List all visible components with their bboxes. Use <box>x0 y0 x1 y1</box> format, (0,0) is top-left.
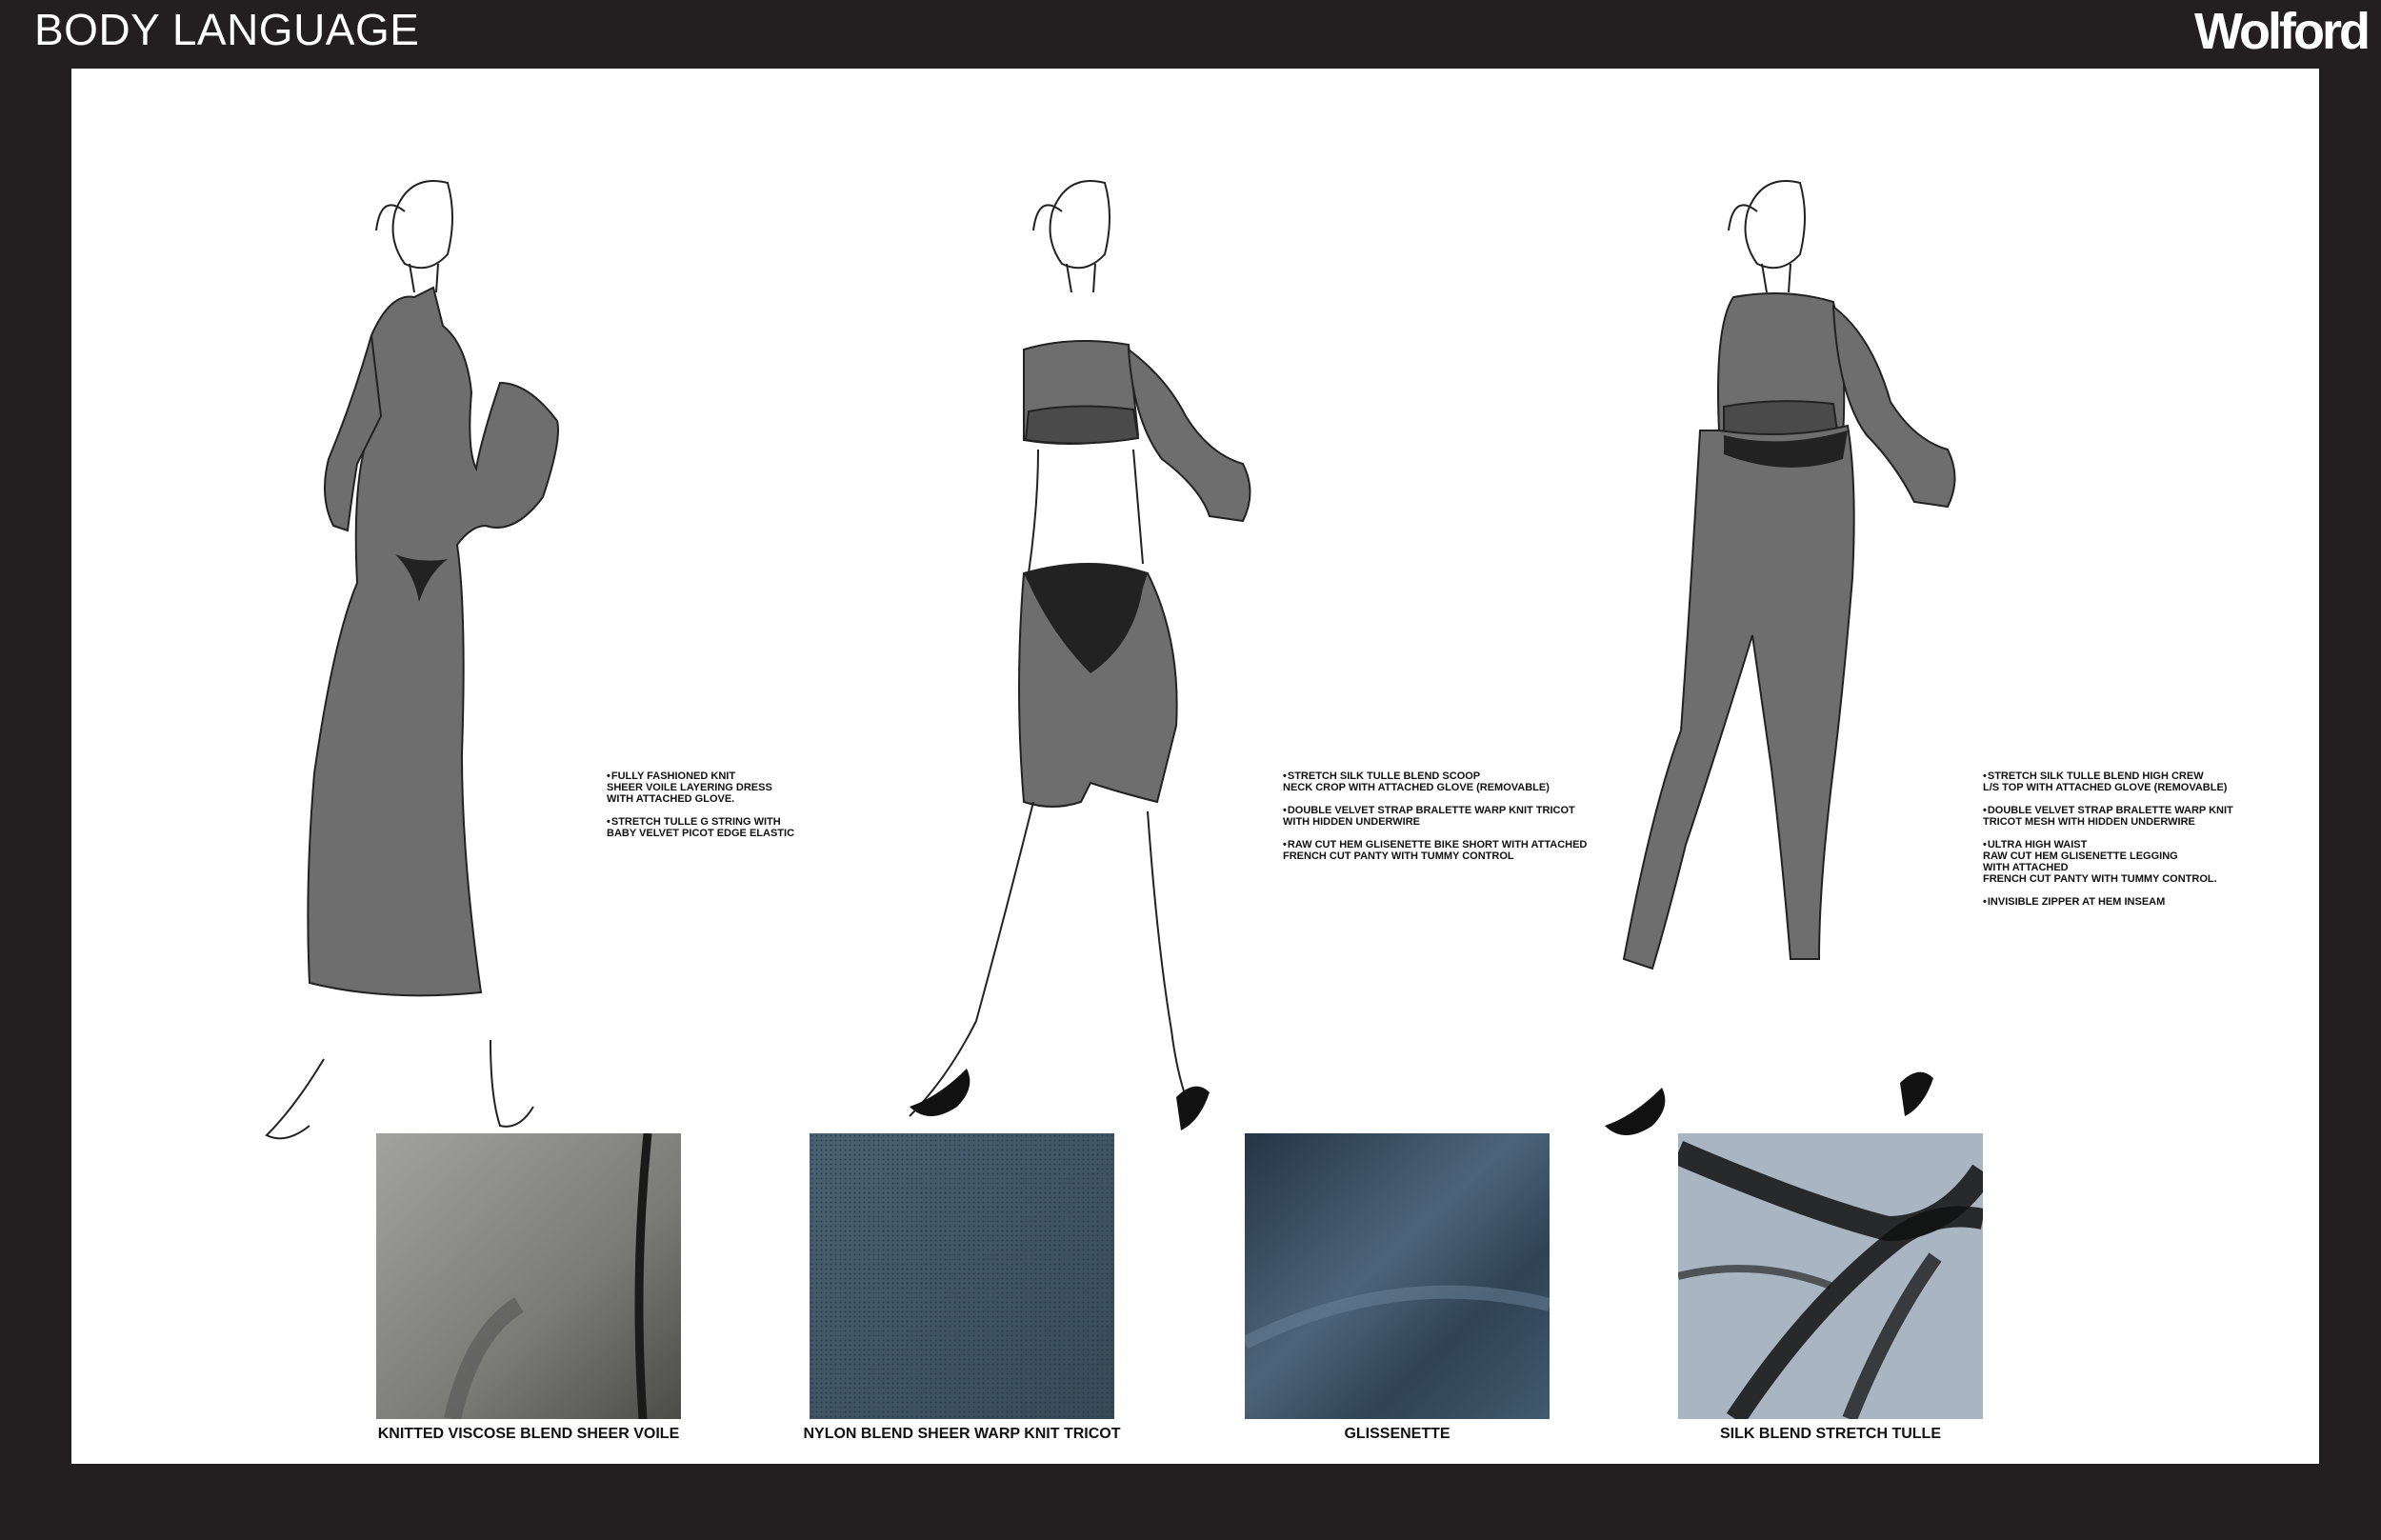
look-note: INVISIBLE ZIPPER AT HEM INSEAM <box>1983 896 2297 908</box>
look-note: STRETCH SILK TULLE BLEND HIGH CREW L/S T… <box>1983 770 2297 793</box>
look-2-notes: STRETCH SILK TULLE BLEND SCOOP NECK CROP… <box>1283 770 1607 873</box>
look-note: RAW CUT HEM GLISENETTE BIKE SHORT WITH A… <box>1283 839 1607 862</box>
look-note: STRETCH TULLE G STRING WITH BABY VELVET … <box>607 816 854 839</box>
look-1-notes: FULLY FASHIONED KNIT SHEER VOILE LAYERIN… <box>607 770 854 850</box>
look-1-illustration <box>265 180 559 1140</box>
look-3-notes: STRETCH SILK TULLE BLEND HIGH CREW L/S T… <box>1983 770 2297 919</box>
brand-logo: Wolford <box>2194 3 2371 60</box>
swatch-silk-tulle <box>1678 1133 1983 1419</box>
swatch-label: NYLON BLEND SHEER WARP KNIT TRICOT <box>803 1426 1121 1442</box>
page-title: BODY LANGUAGE <box>34 5 420 54</box>
look-note: DOUBLE VELVET STRAP BRALETTE WARP KNIT T… <box>1283 805 1607 828</box>
look-3-illustration <box>1605 180 1956 1135</box>
look-note: STRETCH SILK TULLE BLEND SCOOP NECK CROP… <box>1283 770 1607 793</box>
look-2-illustration <box>909 180 1251 1130</box>
look-note: ULTRA HIGH WAIST RAW CUT HEM GLISENETTE … <box>1983 839 2297 885</box>
swatch-viscose-voile <box>376 1133 681 1419</box>
swatch-glissenette <box>1245 1133 1550 1419</box>
swatch-label: GLISSENETTE <box>1344 1426 1451 1442</box>
swatch-label: KNITTED VISCOSE BLEND SHEER VOILE <box>377 1426 680 1442</box>
look-note: DOUBLE VELVET STRAP BRALETTE WARP KNIT T… <box>1983 805 2297 828</box>
swatch-warp-knit-tricot <box>810 1133 1114 1419</box>
look-note: FULLY FASHIONED KNIT SHEER VOILE LAYERIN… <box>607 770 854 805</box>
design-board: FULLY FASHIONED KNIT SHEER VOILE LAYERIN… <box>71 69 2319 1464</box>
swatch-label: SILK BLEND STRETCH TULLE <box>1720 1426 1941 1442</box>
